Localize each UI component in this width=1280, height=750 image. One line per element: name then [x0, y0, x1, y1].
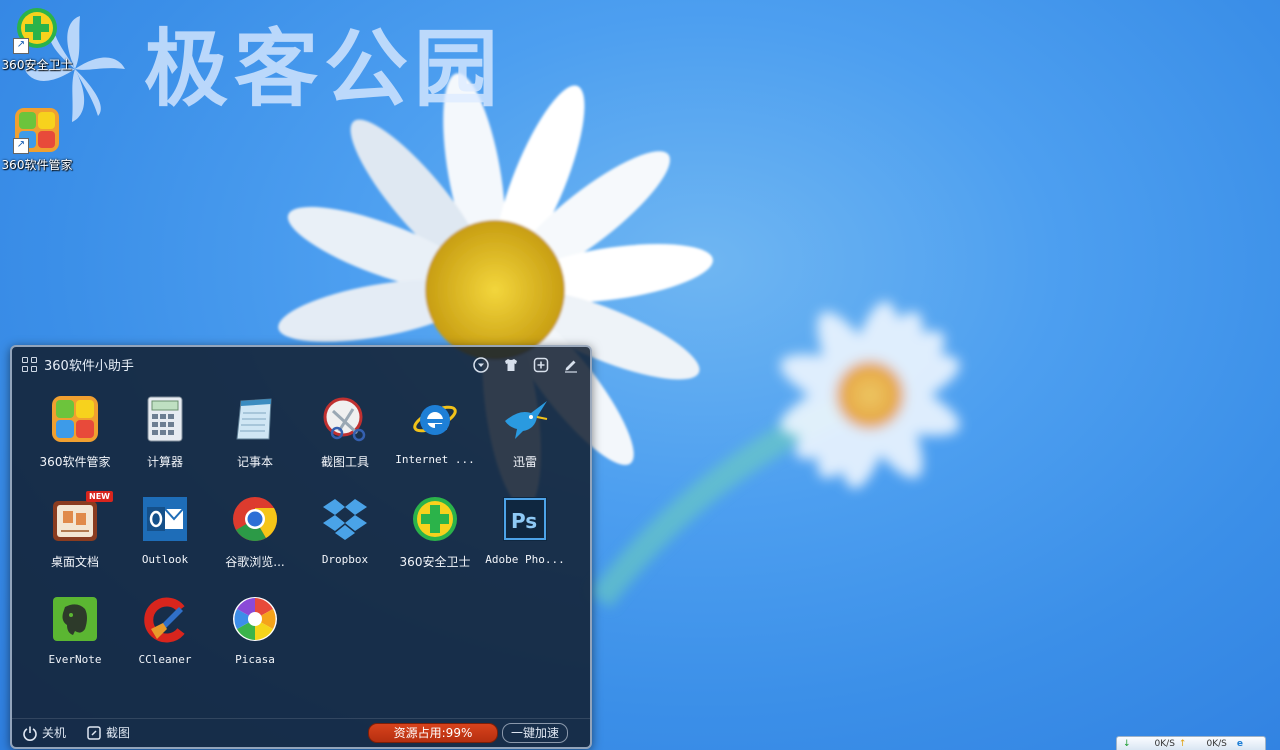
dropbox-icon: [321, 495, 369, 543]
one-click-boost-button[interactable]: 一键加速: [502, 723, 568, 743]
new-badge: NEW: [86, 491, 113, 502]
desktop-icon-label: 360安全卫士: [1, 58, 73, 72]
shutdown-button[interactable]: 关机: [22, 724, 66, 741]
app-label: 谷歌浏览...: [225, 555, 285, 569]
xunlei-icon: [501, 395, 549, 443]
app-label: EverNote: [48, 653, 102, 666]
calculator-icon: [141, 395, 189, 443]
app-label: Adobe Pho...: [485, 553, 565, 566]
shortcut-arrow-icon: ↗: [13, 38, 29, 54]
app-label: 桌面文档: [50, 555, 99, 569]
desktop-icon-360-software-manager[interactable]: ↗ 360软件管家: [0, 106, 74, 173]
360-safe-guard-icon: [411, 495, 459, 543]
upload-speed: 0K/S: [1206, 738, 1227, 749]
app-label: 计算器: [146, 455, 183, 469]
photoshop-icon: Ps: [501, 495, 549, 543]
add-icon[interactable]: [532, 356, 550, 374]
download-speed: 0K/S: [1154, 738, 1175, 749]
evernote-icon: [51, 595, 99, 643]
dropdown-icon[interactable]: [472, 356, 490, 374]
snipping-tool-icon: [321, 395, 369, 443]
desktop-icon-label: 360软件管家: [1, 158, 73, 172]
app-desktop-docs[interactable]: NEW 桌面文档: [30, 491, 120, 593]
app-grid: 360软件管家 计算器 记事本 截图工具 Internet ... 迅雷 NEW…: [30, 393, 570, 693]
screenshot-button[interactable]: 截图: [86, 724, 130, 741]
upload-arrow-icon: ↑: [1178, 738, 1187, 749]
app-evernote[interactable]: EverNote: [30, 593, 120, 693]
360-safe-guard-icon: ↗: [13, 6, 61, 54]
360-software-manager-icon: [51, 395, 99, 443]
app-label: CCleaner: [138, 653, 192, 666]
app-label: Internet ...: [395, 453, 475, 466]
notepad-icon: [231, 395, 279, 443]
app-label: 迅雷: [512, 455, 537, 469]
edit-icon[interactable]: [562, 356, 580, 374]
app-chrome[interactable]: 谷歌浏览...: [210, 493, 300, 593]
download-arrow-icon: ↓: [1123, 738, 1131, 749]
shortcut-arrow-icon: ↗: [13, 138, 29, 154]
app-outlook[interactable]: Outlook: [120, 493, 210, 593]
app-internet-explorer[interactable]: Internet ...: [390, 393, 480, 493]
panel-footer: 关机 截图 资源占用:99% 一键加速: [12, 718, 590, 747]
power-icon: [23, 726, 37, 741]
network-speed-widget[interactable]: ↓ 0K/S ↑ 0K/S e: [1116, 736, 1266, 750]
resource-usage-badge[interactable]: 资源占用:99%: [368, 723, 498, 743]
app-360-software-manager[interactable]: 360软件管家: [30, 393, 120, 493]
app-label: Outlook: [141, 553, 189, 566]
360-software-manager-icon: ↗: [13, 106, 61, 154]
app-label: 截图工具: [320, 455, 369, 469]
chrome-icon: [231, 495, 279, 543]
app-label: 360安全卫士: [399, 555, 471, 569]
app-label: 360软件管家: [39, 455, 111, 469]
app-label: Dropbox: [321, 553, 369, 566]
app-label: 记事本: [236, 455, 273, 469]
desktop-icon-360-safe[interactable]: ↗ 360安全卫士: [0, 6, 74, 73]
svg-text:Ps: Ps: [511, 509, 537, 533]
panel-title: 360软件小助手: [22, 355, 134, 374]
internet-explorer-icon: e: [1236, 738, 1243, 749]
outlook-icon: [141, 495, 189, 543]
app-picasa[interactable]: Picasa: [210, 593, 300, 693]
skin-icon[interactable]: [502, 356, 520, 374]
shutdown-label: 关机: [42, 726, 67, 740]
app-xunlei[interactable]: 迅雷: [480, 393, 570, 493]
app-360-safe-guard[interactable]: 360安全卫士: [390, 493, 480, 593]
app-dropbox[interactable]: Dropbox: [300, 493, 390, 593]
panel-title-text: 360软件小助手: [44, 359, 134, 374]
app-notepad[interactable]: 记事本: [210, 393, 300, 493]
screenshot-icon: [87, 725, 101, 740]
panel-header: 360软件小助手: [12, 347, 590, 381]
watermark-text: 极客公园: [144, 20, 505, 118]
grid-icon: [22, 356, 38, 373]
desktop-docs-icon: NEW: [51, 491, 113, 543]
ccleaner-icon: [141, 595, 189, 643]
app-ccleaner[interactable]: CCleaner: [120, 593, 210, 693]
app-calculator[interactable]: 计算器: [120, 393, 210, 493]
software-assistant-panel: 360软件小助手 360软件管家 计算器 记事本 截图工具 Internet .…: [10, 345, 592, 749]
picasa-icon: [231, 595, 279, 643]
internet-explorer-icon: [411, 395, 459, 443]
screenshot-label: 截图: [106, 726, 131, 740]
app-snipping-tool[interactable]: 截图工具: [300, 393, 390, 493]
app-photoshop[interactable]: Ps Adobe Pho...: [480, 493, 570, 593]
header-tools: [472, 356, 580, 374]
watermark-logo: 极客公园: [20, 14, 504, 124]
app-label: Picasa: [235, 653, 275, 666]
